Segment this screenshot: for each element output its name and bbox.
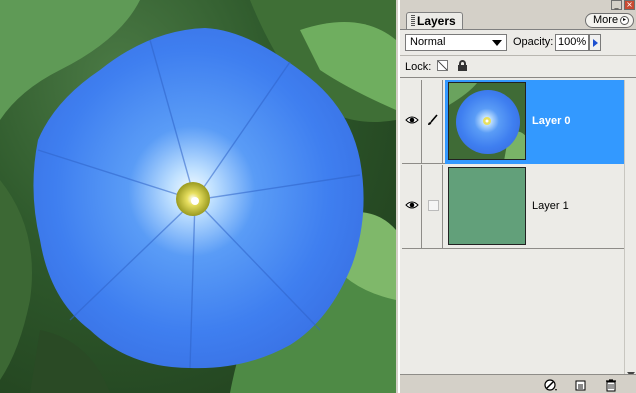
layer-name-cell[interactable]: Layer 1 — [529, 165, 624, 249]
link-toggle[interactable] — [423, 80, 443, 164]
grip-icon — [411, 15, 415, 26]
blend-mode-select[interactable]: Normal — [405, 34, 507, 51]
visibility-toggle[interactable] — [402, 80, 422, 164]
opacity-label: Opacity: — [513, 36, 554, 48]
close-icon[interactable]: × — [624, 0, 635, 10]
link-toggle[interactable] — [423, 165, 443, 249]
tab-layers[interactable]: Layers — [406, 12, 463, 29]
document-canvas[interactable] — [0, 0, 396, 393]
visibility-toggle[interactable] — [402, 165, 422, 249]
palette-footer — [400, 374, 636, 393]
eye-icon — [405, 201, 419, 209]
layers-list: Layer 0 Layer 1 — [402, 80, 624, 380]
chevron-down-icon — [492, 40, 502, 46]
empty-link-box — [428, 200, 439, 211]
opacity-slider-button[interactable] — [589, 34, 601, 51]
new-layer-icon[interactable] — [574, 378, 588, 392]
layer-row-layer-0[interactable]: Layer 0 — [402, 80, 624, 164]
more-button[interactable]: More ▸ — [585, 13, 634, 28]
opacity-value: 100% — [558, 36, 587, 48]
layers-palette: _ × Layers More ▸ Normal Opacity: 100% L… — [398, 0, 636, 393]
eye-icon — [405, 116, 419, 124]
layer-thumbnail-cell[interactable] — [445, 80, 529, 164]
lock-transparency-icon[interactable] — [437, 60, 448, 71]
blend-mode-value: Normal — [410, 36, 446, 48]
tab-label: Layers — [417, 14, 456, 28]
layer-name-cell[interactable]: Layer 0 — [529, 80, 624, 164]
layer-style-icon[interactable] — [544, 378, 558, 392]
layer-name: Layer 0 — [532, 115, 571, 127]
brush-icon — [428, 114, 438, 125]
trash-icon[interactable] — [604, 378, 618, 392]
palette-body: Normal Opacity: 100% Lock: Layer 0 Layer… — [400, 29, 636, 393]
lock-label: Lock: — [405, 61, 432, 73]
divider — [400, 55, 636, 56]
divider — [400, 77, 636, 78]
lock-all-icon[interactable] — [458, 60, 467, 71]
layer-thumbnail-cell[interactable] — [445, 165, 529, 249]
flower-image — [0, 0, 396, 393]
more-label: More — [593, 14, 619, 26]
opacity-field[interactable]: 100% — [555, 34, 589, 51]
layer-thumbnail — [448, 167, 526, 245]
palette-titlebar: _ × — [400, 0, 636, 10]
layer-name: Layer 1 — [532, 200, 569, 212]
chevron-right-icon: ▸ — [620, 16, 629, 25]
minimize-icon[interactable]: _ — [611, 0, 622, 10]
layers-scrollbar[interactable] — [624, 80, 636, 380]
layer-thumbnail — [448, 82, 526, 160]
layer-row-layer-1[interactable]: Layer 1 — [402, 165, 624, 249]
